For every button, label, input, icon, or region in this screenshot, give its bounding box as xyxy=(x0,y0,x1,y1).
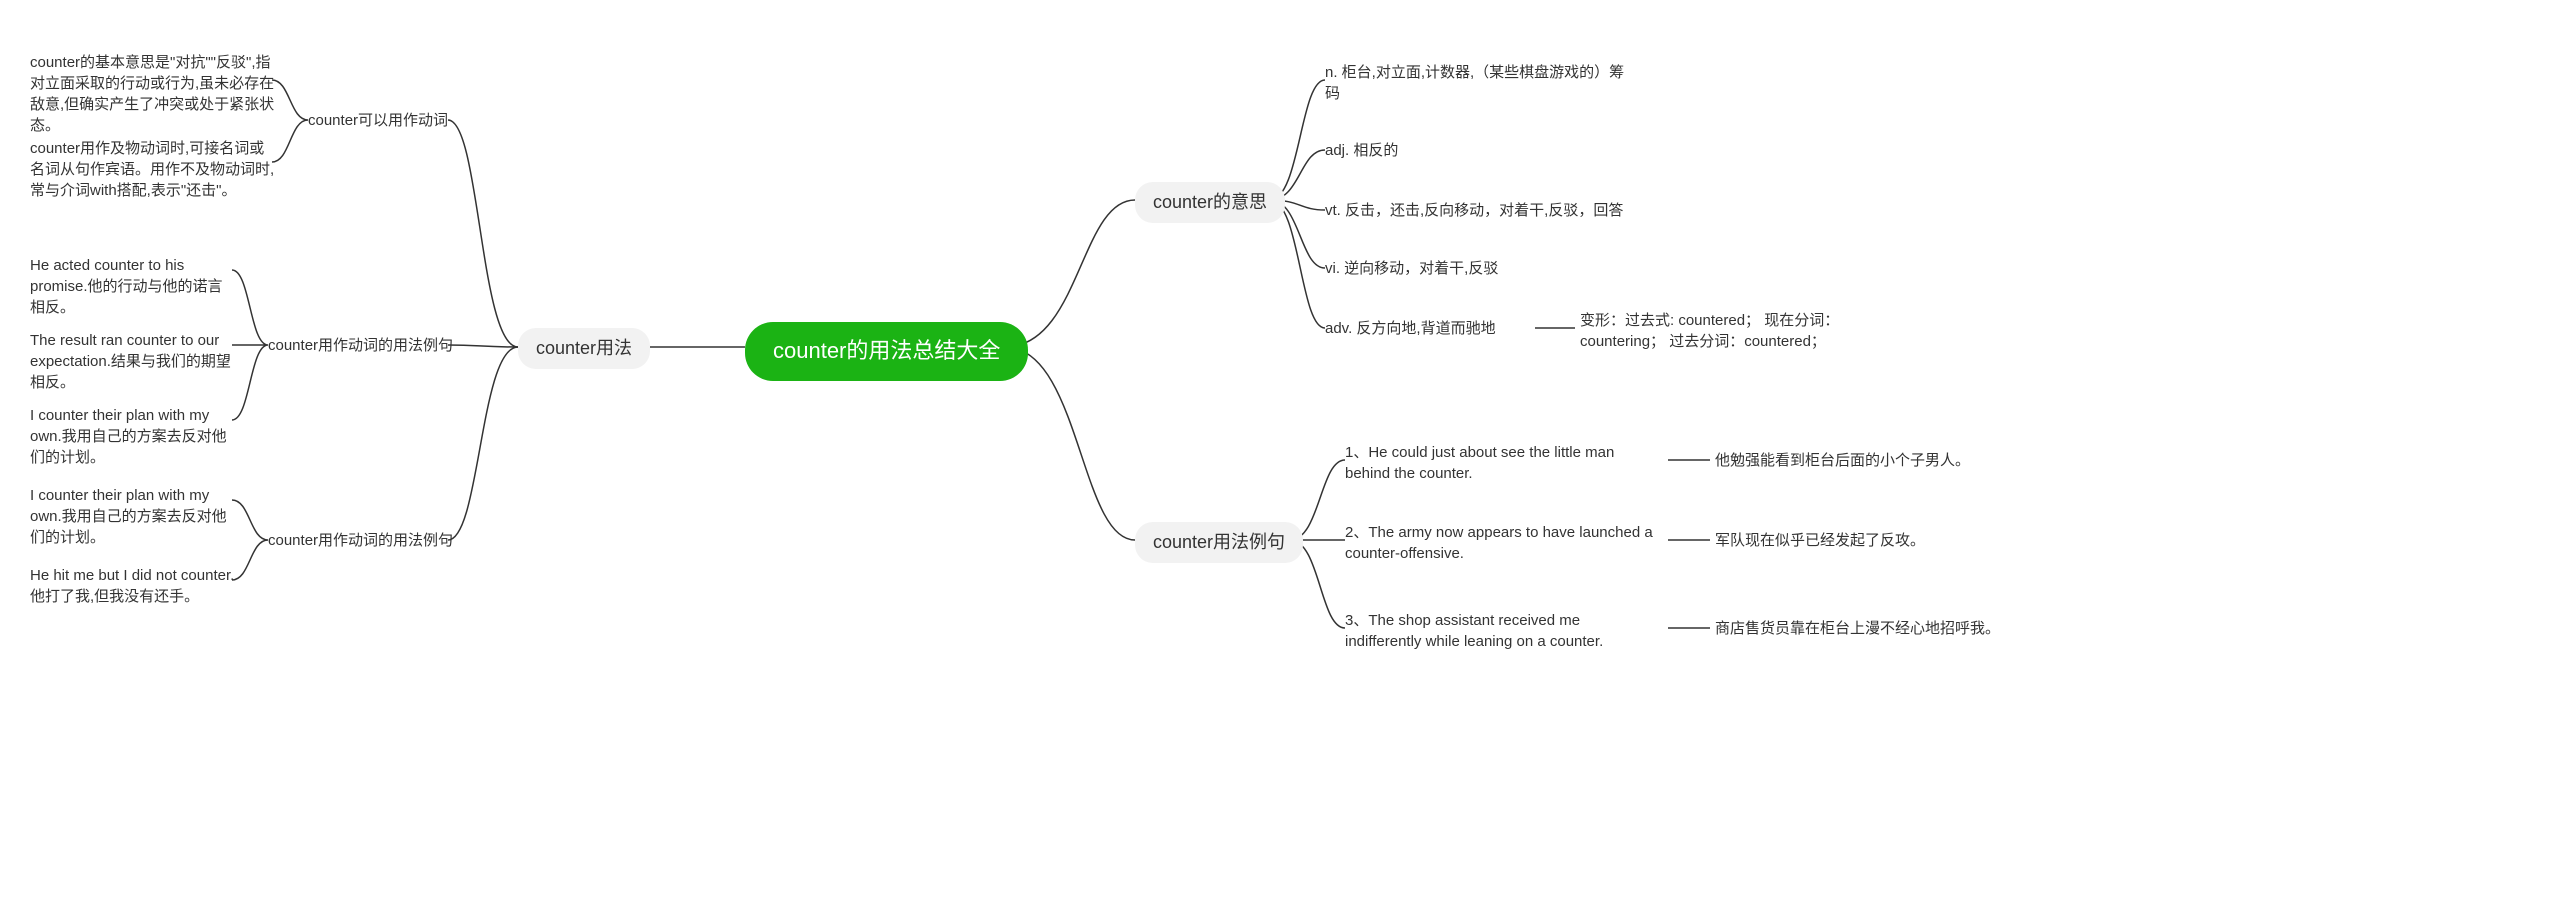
leaf-sent-1-3: I counter their plan with my own.我用自己的方案… xyxy=(30,405,235,468)
root-node[interactable]: counter的用法总结大全 xyxy=(745,322,1028,381)
leaf-sent-2-1: I counter their plan with my own.我用自己的方案… xyxy=(30,485,235,548)
sub-sentence-group-1: counter用作动词的用法例句 xyxy=(268,335,453,356)
leaf-sent-1-2: The result ran counter to our expectatio… xyxy=(30,330,235,393)
leaf-mean-5-extra: 变形：过去式: countered； 现在分词：countering； 过去分词… xyxy=(1580,310,1870,352)
leaf-sent-1-1: He acted counter to his promise.他的行动与他的诺… xyxy=(30,255,235,318)
leaf-mean-4: vi. 逆向移动，对着干,反驳 xyxy=(1325,258,1498,279)
branch-sentences[interactable]: counter用法例句 xyxy=(1135,522,1303,563)
leaf-r-sent-3: 3、The shop assistant received me indiffe… xyxy=(1345,610,1655,652)
leaf-mean-5: adv. 反方向地,背道而驰地 xyxy=(1325,318,1496,339)
mindmap-connectors xyxy=(0,0,2560,906)
leaf-mean-3: vt. 反击，还击,反向移动，对着干,反驳，回答 xyxy=(1325,200,1623,221)
branch-meaning[interactable]: counter的意思 xyxy=(1135,182,1285,223)
leaf-mean-1: n. 柜台,对立面,计数器,（某些棋盘游戏的）筹码 xyxy=(1325,62,1635,104)
branch-usage[interactable]: counter用法 xyxy=(518,328,650,369)
leaf-r-sent-1: 1、He could just about see the little man… xyxy=(1345,442,1655,484)
sub-sentence-group-2: counter用作动词的用法例句 xyxy=(268,530,453,551)
sub-verb-usage: counter可以用作动词 xyxy=(308,110,448,131)
leaf-verb-desc-2: counter用作及物动词时,可接名词或名词从句作宾语。用作不及物动词时,常与介… xyxy=(30,138,275,201)
leaf-r-sent-2-t: 军队现在似乎已经发起了反攻。 xyxy=(1715,530,1925,551)
leaf-r-sent-1-t: 他勉强能看到柜台后面的小个子男人。 xyxy=(1715,450,1970,471)
leaf-r-sent-3-t: 商店售货员靠在柜台上漫不经心地招呼我。 xyxy=(1715,618,2000,639)
leaf-mean-2: adj. 相反的 xyxy=(1325,140,1398,161)
leaf-r-sent-2: 2、The army now appears to have launched … xyxy=(1345,522,1655,564)
leaf-sent-2-2: He hit me but I did not counter.他打了我,但我没… xyxy=(30,565,235,607)
leaf-verb-desc-1: counter的基本意思是"对抗""反驳",指对立面采取的行动或行为,虽未必存在… xyxy=(30,52,275,136)
